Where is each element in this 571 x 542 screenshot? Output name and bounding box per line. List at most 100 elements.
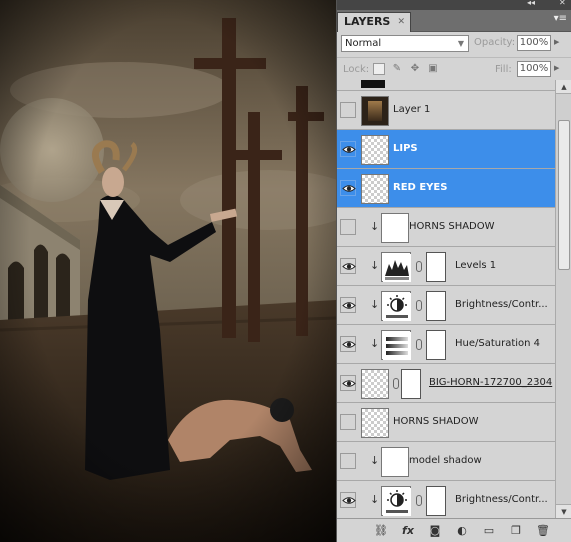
layer-row[interactable]: RED EYES <box>337 169 555 208</box>
lock-brush-icon[interactable]: ✎ <box>391 63 403 75</box>
close-panel-button[interactable]: ✕ <box>559 0 566 7</box>
layers-list: Layer 1 LIPS RED EYES ↓ HORNS SHADOW ↓ Levels … <box>337 80 555 518</box>
layer-row[interactable]: LIPS <box>337 130 555 169</box>
adjustment-layer-icon[interactable]: ◐ <box>454 523 470 539</box>
layer-thumbnail[interactable] <box>361 369 389 399</box>
panel-tab-row: LAYERS ✕ ▾≡ <box>337 10 571 32</box>
visibility-eye-icon[interactable] <box>340 375 356 391</box>
collapse-panel-button[interactable]: ◂◂ <box>527 0 535 7</box>
layer-mask-thumbnail[interactable] <box>426 330 446 360</box>
layer-thumbnail[interactable] <box>361 174 389 204</box>
new-group-icon[interactable]: ▭ <box>481 523 497 539</box>
scroll-down-icon[interactable]: ▼ <box>556 504 571 518</box>
scroll-up-icon[interactable]: ▲ <box>556 80 571 94</box>
layer-name[interactable]: model shadow <box>409 455 482 466</box>
scroll-thumb[interactable] <box>558 120 570 270</box>
artwork-image <box>0 0 336 542</box>
layer-mask-thumbnail[interactable] <box>426 252 446 282</box>
layer-row[interactable]: ↓ Brightness/Contr... <box>337 286 555 325</box>
layer-row[interactable]: Layer 1 <box>337 91 555 130</box>
delete-layer-icon[interactable]: 🗑 <box>535 523 551 539</box>
layer-name[interactable]: BIG-HORN-172700_2304 <box>429 377 552 388</box>
layer-name[interactable]: Brightness/Contr... <box>455 299 548 310</box>
mask-link-icon[interactable] <box>416 300 422 311</box>
layer-thumbnail[interactable] <box>361 96 389 126</box>
layer-mask-thumbnail[interactable] <box>426 486 446 516</box>
opacity-field[interactable]: 100% <box>517 35 551 51</box>
visibility-eye-icon[interactable] <box>340 336 356 352</box>
clipping-arrow-icon: ↓ <box>370 337 380 350</box>
mask-link-icon[interactable] <box>393 378 399 389</box>
document-canvas[interactable] <box>0 0 336 542</box>
blend-mode-select[interactable]: Normal ▼ <box>341 35 469 52</box>
lock-transparent-icon[interactable] <box>373 63 385 75</box>
layer-row[interactable]: ↓ HORNS SHADOW <box>337 208 555 247</box>
layer-thumbnail <box>361 80 385 88</box>
link-layers-icon[interactable]: ⛓ <box>373 523 389 539</box>
layer-name[interactable]: LIPS <box>393 143 418 154</box>
visibility-eye-icon[interactable] <box>340 297 356 313</box>
layer-name[interactable]: Hue/Saturation 4 <box>455 338 540 349</box>
layer-name[interactable]: Layer 1 <box>393 104 430 115</box>
panel-menu-icon[interactable]: ▾≡ <box>554 13 567 24</box>
clipping-arrow-icon: ↓ <box>370 493 380 506</box>
huesat-adjustment-icon[interactable] <box>381 330 411 360</box>
fill-arrow-icon[interactable]: ▶ <box>554 64 559 72</box>
layer-row[interactable]: ↓ model shadow <box>337 442 555 481</box>
panel-header-bar: ◂◂ ✕ <box>337 0 571 10</box>
clipping-arrow-icon: ↓ <box>370 220 380 233</box>
visibility-toggle[interactable] <box>340 219 356 235</box>
visibility-eye-icon[interactable] <box>340 141 356 157</box>
visibility-toggle[interactable] <box>340 414 356 430</box>
visibility-toggle[interactable] <box>340 102 356 118</box>
opacity-label: Opacity: <box>474 37 516 48</box>
layer-row[interactable]: ↓ Hue/Saturation 4 <box>337 325 555 364</box>
layer-thumbnail[interactable] <box>361 135 389 165</box>
mask-link-icon[interactable] <box>416 261 422 272</box>
layer-thumbnail[interactable] <box>381 213 409 243</box>
layer-name[interactable]: HORNS SHADOW <box>409 221 495 232</box>
tab-close-icon[interactable]: ✕ <box>397 13 405 31</box>
lock-label: Lock: <box>343 64 370 75</box>
layer-row-partial[interactable] <box>337 80 555 91</box>
fx-icon[interactable]: fx <box>400 523 416 539</box>
new-layer-icon[interactable]: ❐ <box>508 523 524 539</box>
layer-row[interactable]: ↓ Brightness/Contr... <box>337 481 555 518</box>
layers-bottom-toolbar: ⛓ fx ◙ ◐ ▭ ❐ 🗑 <box>337 518 571 542</box>
brightness-adjustment-icon[interactable] <box>381 486 411 516</box>
layers-scrollbar[interactable]: ▲ ▼ <box>555 80 571 518</box>
lock-move-icon[interactable]: ✥ <box>409 63 421 75</box>
mask-link-icon[interactable] <box>416 495 422 506</box>
add-mask-icon[interactable]: ◙ <box>427 523 443 539</box>
tab-layers[interactable]: LAYERS ✕ <box>337 12 411 32</box>
mask-link-icon[interactable] <box>416 339 422 350</box>
lock-row: Lock: ✎ ✥ ▣ Fill: 100% ▶ <box>337 57 571 79</box>
lock-all-icon[interactable]: ▣ <box>427 63 439 75</box>
visibility-eye-icon[interactable] <box>340 492 356 508</box>
levels-adjustment-icon[interactable] <box>381 252 411 282</box>
clipping-arrow-icon: ↓ <box>370 298 380 311</box>
layer-name[interactable]: RED EYES <box>393 182 447 193</box>
visibility-toggle[interactable] <box>340 453 356 469</box>
layer-thumbnail[interactable] <box>361 408 389 438</box>
blend-options-row: Normal ▼ Opacity: 100% ▶ <box>337 32 571 54</box>
fill-field[interactable]: 100% <box>517 61 551 77</box>
layer-thumbnail[interactable] <box>381 447 409 477</box>
layers-panel: ◂◂ ✕ LAYERS ✕ ▾≡ Normal ▼ Opacity: 100% … <box>336 0 571 542</box>
layer-mask-thumbnail[interactable] <box>426 291 446 321</box>
visibility-eye-icon[interactable] <box>340 258 356 274</box>
brightness-adjustment-icon[interactable] <box>381 291 411 321</box>
opacity-arrow-icon[interactable]: ▶ <box>554 38 559 46</box>
clipping-arrow-icon: ↓ <box>370 454 380 467</box>
layer-row[interactable]: HORNS SHADOW <box>337 403 555 442</box>
layer-name[interactable]: Levels 1 <box>455 260 496 271</box>
visibility-eye-icon[interactable] <box>340 180 356 196</box>
layer-row[interactable]: BIG-HORN-172700_2304 <box>337 364 555 403</box>
layer-name[interactable]: Brightness/Contr... <box>455 494 548 505</box>
layer-mask-thumbnail[interactable] <box>401 369 421 399</box>
layer-name[interactable]: HORNS SHADOW <box>393 416 479 427</box>
clipping-arrow-icon: ↓ <box>370 259 380 272</box>
tab-layers-label: LAYERS <box>344 15 391 28</box>
chevron-down-icon[interactable]: ▼ <box>455 37 467 50</box>
layer-row[interactable]: ↓ Levels 1 <box>337 247 555 286</box>
